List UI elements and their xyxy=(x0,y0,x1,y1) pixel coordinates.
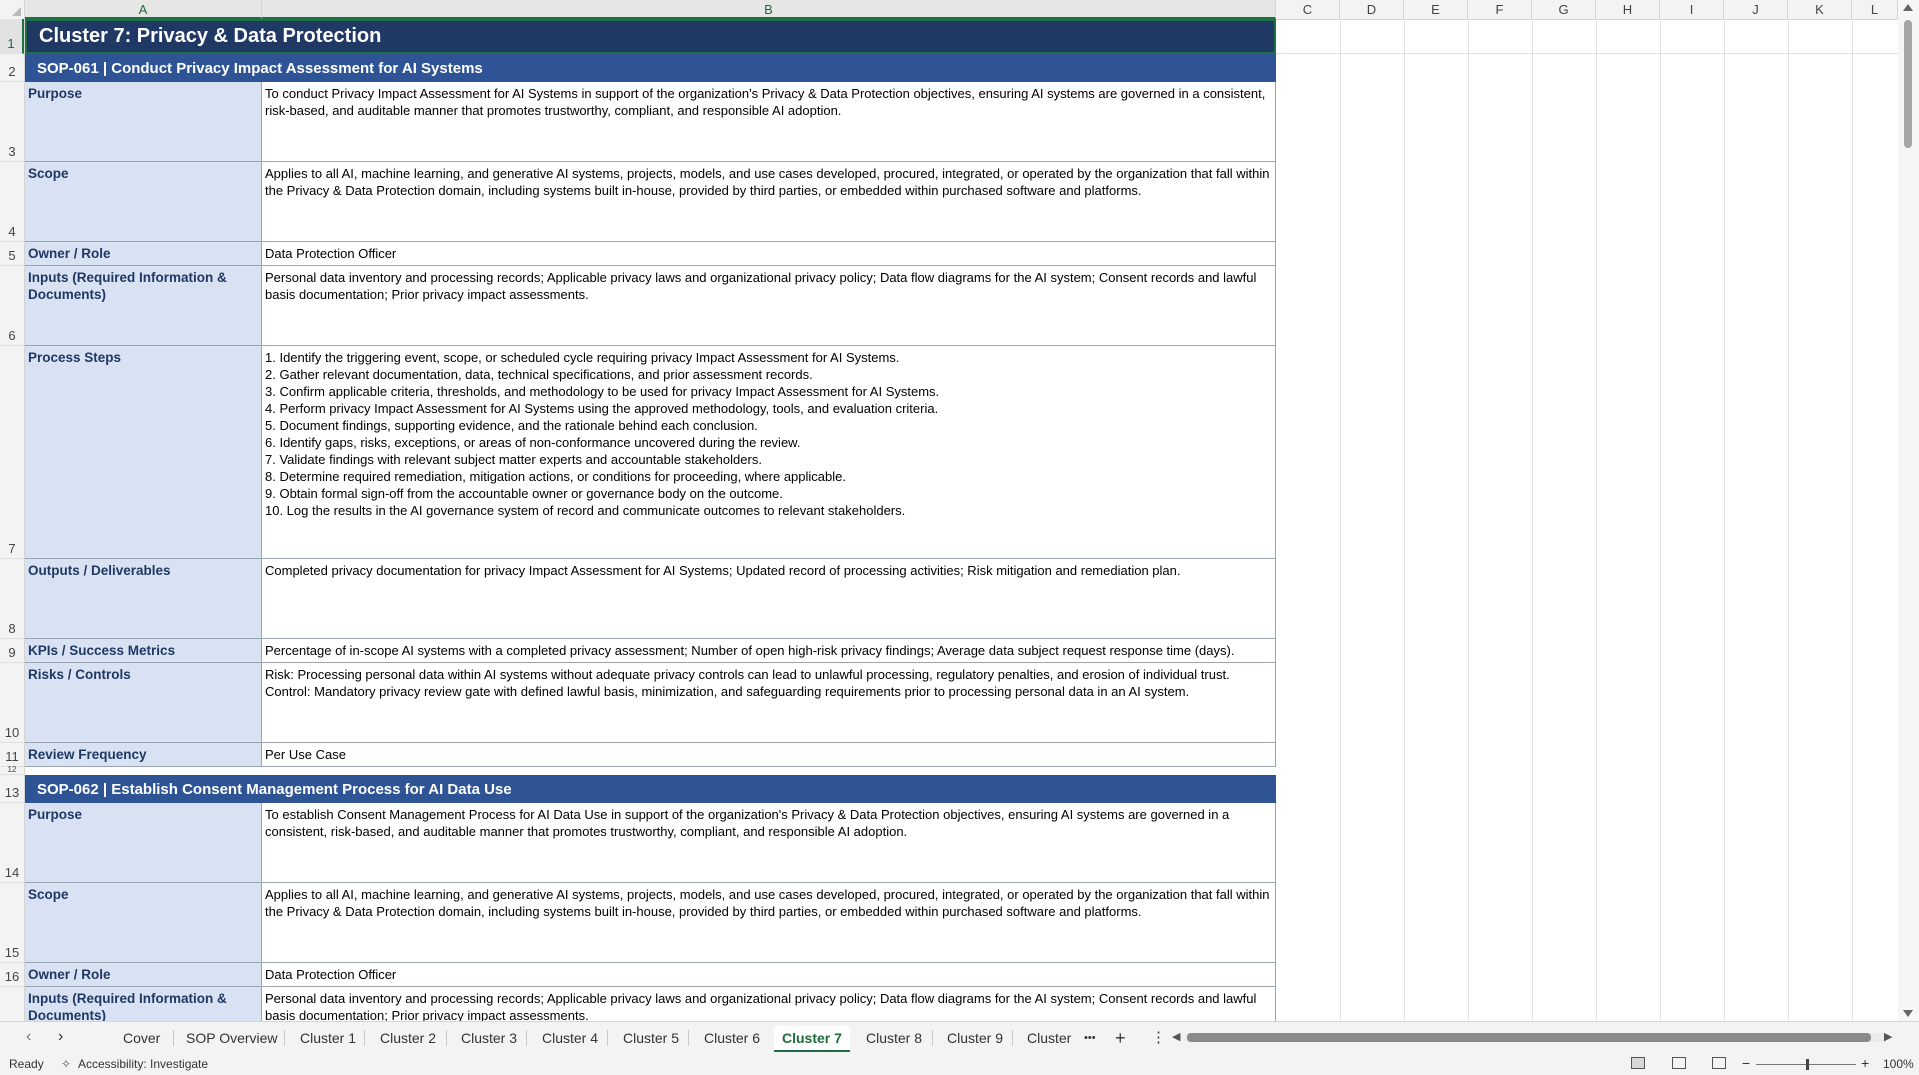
tab-cluster-3[interactable]: Cluster 3 xyxy=(459,1026,519,1050)
column-header-e[interactable]: E xyxy=(1404,0,1468,19)
tab-cluster-5[interactable]: Cluster 5 xyxy=(621,1026,681,1050)
column-header-d[interactable]: D xyxy=(1340,0,1404,19)
row-header-17[interactable] xyxy=(0,987,24,1021)
row-header-13[interactable]: 13 xyxy=(0,775,24,803)
row-header-bar: 1 2 3 4 5 6 7 8 9 10 11 12 13 14 15 16 xyxy=(0,19,25,1021)
column-header-i[interactable]: I xyxy=(1660,0,1724,19)
column-header-g[interactable]: G xyxy=(1532,0,1596,19)
sop-062-owner-label[interactable]: Owner / Role xyxy=(25,963,262,987)
sop-061-outputs-value[interactable]: Completed privacy documentation for priv… xyxy=(262,559,1276,639)
sop-061-outputs-label[interactable]: Outputs / Deliverables xyxy=(25,559,262,639)
tab-cover[interactable]: Cover xyxy=(121,1026,162,1050)
sop-061-scope-label[interactable]: Scope xyxy=(25,162,262,242)
sop-061-kpis-label[interactable]: KPIs / Success Metrics xyxy=(25,639,262,663)
sop-062-inputs-value[interactable]: Personal data inventory and processing r… xyxy=(262,987,1276,1021)
select-all-corner[interactable] xyxy=(0,0,25,19)
sop-062-inputs-label[interactable]: Inputs (Required Information & Documents… xyxy=(25,987,262,1021)
next-sheet-icon[interactable]: › xyxy=(58,1028,63,1046)
row-header-3[interactable]: 3 xyxy=(0,82,24,162)
row-header-9[interactable]: 9 xyxy=(0,639,24,663)
sop-061-risks-label[interactable]: Risks / Controls xyxy=(25,663,262,743)
column-header-h[interactable]: H xyxy=(1596,0,1660,19)
sop-061-owner-value[interactable]: Data Protection Officer xyxy=(262,242,1276,266)
vertical-scrollbar[interactable] xyxy=(1898,0,1919,1021)
normal-view-icon[interactable] xyxy=(1631,1057,1645,1069)
tab-cluster-2[interactable]: Cluster 2 xyxy=(378,1026,438,1050)
row-header-14[interactable]: 14 xyxy=(0,803,24,883)
sheet-title-cell[interactable]: Cluster 7: Privacy & Data Protection xyxy=(25,19,1276,54)
sop-062-scope-value[interactable]: Applies to all AI, machine learning, and… xyxy=(262,883,1276,963)
prev-sheet-icon[interactable]: ‹ xyxy=(26,1028,31,1046)
row-header-10[interactable]: 10 xyxy=(0,663,24,743)
scroll-up-icon[interactable] xyxy=(1903,4,1913,11)
column-header-j[interactable]: J xyxy=(1724,0,1788,19)
sop-061-purpose-value[interactable]: To conduct Privacy Impact Assessment for… xyxy=(262,82,1276,162)
horizontal-scroll-thumb[interactable] xyxy=(1187,1033,1871,1042)
row-header-11[interactable]: 11 xyxy=(0,743,24,767)
sop-062-heading[interactable]: SOP-062 | Establish Consent Management P… xyxy=(25,775,1276,803)
row-header-5[interactable]: 5 xyxy=(0,242,24,266)
tab-cluster-7[interactable]: Cluster 7 xyxy=(774,1026,850,1052)
sheet-tab-bar: ‹ › Cover SOP Overview Cluster 1 Cluster… xyxy=(0,1021,1919,1054)
sop-062-owner-value[interactable]: Data Protection Officer xyxy=(262,963,1276,987)
column-header-f[interactable]: F xyxy=(1468,0,1532,19)
zoom-in-icon[interactable]: + xyxy=(1861,1055,1869,1071)
sop-061-owner-label[interactable]: Owner / Role xyxy=(25,242,262,266)
row-header-6[interactable]: 6 xyxy=(0,266,24,346)
sop-061-steps-label[interactable]: Process Steps xyxy=(25,346,262,559)
sop-061-steps-value[interactable]: 1. Identify the triggering event, scope,… xyxy=(262,346,1276,559)
status-bar: Ready ✧ Accessibility: Investigate − + 1… xyxy=(0,1053,1919,1075)
tab-cluster-9[interactable]: Cluster 9 xyxy=(945,1026,1005,1050)
zoom-out-icon[interactable]: − xyxy=(1742,1055,1750,1071)
sop-061-kpis-value[interactable]: Percentage of in-scope AI systems with a… xyxy=(262,639,1276,663)
sop-061-review-value[interactable]: Per Use Case xyxy=(262,743,1276,767)
row-header-7[interactable]: 7 xyxy=(0,346,24,559)
accessibility-icon[interactable]: ✧ xyxy=(61,1057,71,1071)
zoom-slider-thumb[interactable] xyxy=(1806,1059,1809,1070)
row-header-2[interactable]: 2 xyxy=(0,54,24,82)
sop-062-scope-label[interactable]: Scope xyxy=(25,883,262,963)
tab-cluster-1[interactable]: Cluster 1 xyxy=(298,1026,358,1050)
sop-061-inputs-label[interactable]: Inputs (Required Information & Documents… xyxy=(25,266,262,346)
row-header-16[interactable]: 16 xyxy=(0,963,24,987)
row-header-8[interactable]: 8 xyxy=(0,559,24,639)
zoom-level[interactable]: 100% xyxy=(1883,1057,1914,1071)
row-header-4[interactable]: 4 xyxy=(0,162,24,242)
tab-options-icon[interactable]: ⋮ xyxy=(1149,1026,1168,1050)
scroll-left-icon[interactable]: ◀ xyxy=(1172,1030,1180,1043)
worksheet-grid[interactable]: Cluster 7: Privacy & Data Protection SOP… xyxy=(25,19,1898,1021)
column-header-a[interactable]: A xyxy=(25,0,262,19)
column-header-bar: A B C D E F G H I J K L xyxy=(0,0,1900,20)
column-header-b[interactable]: B xyxy=(262,0,1276,19)
sop-061-scope-value[interactable]: Applies to all AI, machine learning, and… xyxy=(262,162,1276,242)
sop-062-purpose-value[interactable]: To establish Consent Management Process … xyxy=(262,803,1276,883)
scroll-down-icon[interactable] xyxy=(1903,1010,1913,1017)
add-sheet-icon[interactable]: + xyxy=(1113,1026,1128,1050)
row-header-15[interactable]: 15 xyxy=(0,883,24,963)
column-header-k[interactable]: K xyxy=(1788,0,1852,19)
accessibility-status[interactable]: Accessibility: Investigate xyxy=(78,1057,208,1071)
sop-061-risks-value[interactable]: Risk: Processing personal data within AI… xyxy=(262,663,1276,743)
sop-061-review-label[interactable]: Review Frequency xyxy=(25,743,262,767)
page-layout-view-icon[interactable] xyxy=(1672,1057,1686,1069)
column-header-c[interactable]: C xyxy=(1276,0,1340,19)
tab-cluster-6[interactable]: Cluster 6 xyxy=(702,1026,762,1050)
horizontal-scrollbar[interactable] xyxy=(1185,1033,1885,1042)
sop-062-purpose-label[interactable]: Purpose xyxy=(25,803,262,883)
sop-061-heading[interactable]: SOP-061 | Conduct Privacy Impact Assessm… xyxy=(25,54,1276,82)
column-header-l[interactable]: L xyxy=(1852,0,1898,19)
sop-061-purpose-label[interactable]: Purpose xyxy=(25,82,262,162)
more-tabs-icon[interactable]: ••• xyxy=(1082,1026,1098,1050)
row-header-1[interactable]: 1 xyxy=(0,19,24,54)
vertical-scroll-thumb[interactable] xyxy=(1904,20,1912,148)
row-header-12[interactable]: 12 xyxy=(0,765,24,775)
tab-cluster-10[interactable]: Cluster xyxy=(1025,1026,1079,1050)
ready-status: Ready xyxy=(9,1057,44,1071)
tab-sop-overview[interactable]: SOP Overview xyxy=(184,1026,280,1050)
scroll-right-icon[interactable]: ▶ xyxy=(1884,1030,1892,1043)
sop-061-inputs-value[interactable]: Personal data inventory and processing r… xyxy=(262,266,1276,346)
tab-cluster-8[interactable]: Cluster 8 xyxy=(864,1026,924,1050)
tab-cluster-4[interactable]: Cluster 4 xyxy=(540,1026,600,1050)
page-break-view-icon[interactable] xyxy=(1712,1057,1726,1069)
